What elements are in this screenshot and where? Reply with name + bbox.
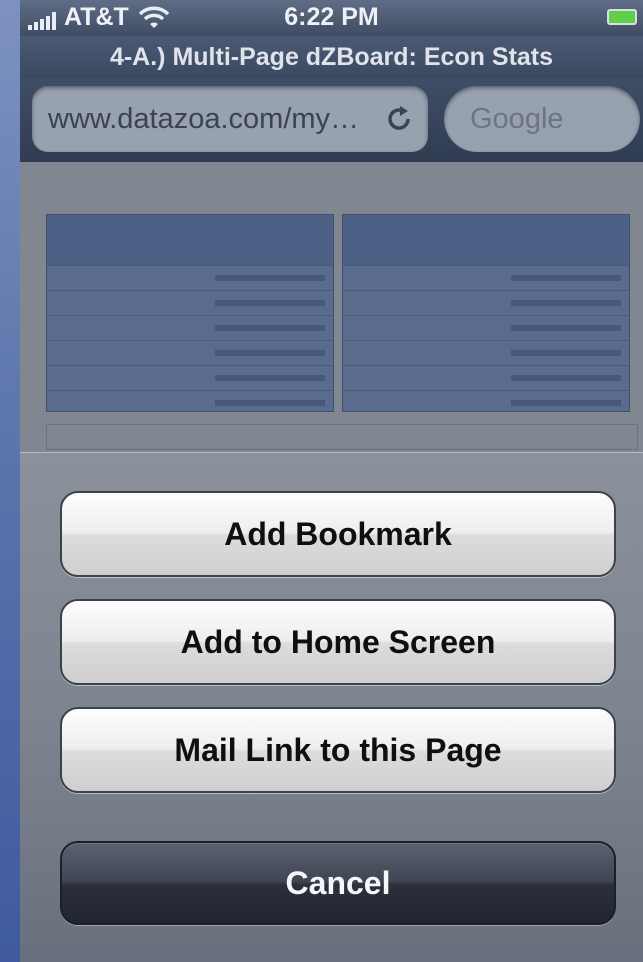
table-row [343,290,629,315]
table-row [47,365,333,390]
add-bookmark-button[interactable]: Add Bookmark [60,491,616,577]
page-content-block [46,424,638,450]
table-row [47,265,333,290]
reload-icon[interactable] [384,104,414,134]
table-row [47,340,333,365]
url-field[interactable]: www.datazoa.com/my… [32,86,428,152]
status-time: 6:22 PM [284,3,379,31]
status-bar: AT&T 6:22 PM [20,0,643,36]
address-bar: www.datazoa.com/my… Google [20,78,643,162]
panel-header [343,215,629,265]
search-placeholder: Google [470,103,564,135]
dashboard-panel-right [342,214,630,412]
table-row [343,315,629,340]
table-row [343,265,629,290]
mail-link-button[interactable]: Mail Link to this Page [60,707,616,793]
iphone-screen: AT&T 6:22 PM 4-A.) Multi-Page dZBoard: E… [20,0,643,962]
search-input[interactable]: Google [444,86,640,152]
table-row [343,340,629,365]
page-title: 4-A.) Multi-Page dZBoard: Econ Stats [20,36,643,78]
screen-frame [0,0,20,962]
panel-header [47,215,333,265]
table-row [343,365,629,390]
table-row [47,315,333,340]
table-row [47,290,333,315]
table-row [47,390,333,415]
url-text: www.datazoa.com/my… [48,103,360,135]
battery-icon [607,9,637,25]
table-row [343,390,629,415]
dashboard-panel-left [46,214,334,412]
add-to-home-screen-button[interactable]: Add to Home Screen [60,599,616,685]
cancel-button[interactable]: Cancel [60,841,616,925]
action-sheet: Add Bookmark Add to Home Screen Mail Lin… [20,452,643,962]
